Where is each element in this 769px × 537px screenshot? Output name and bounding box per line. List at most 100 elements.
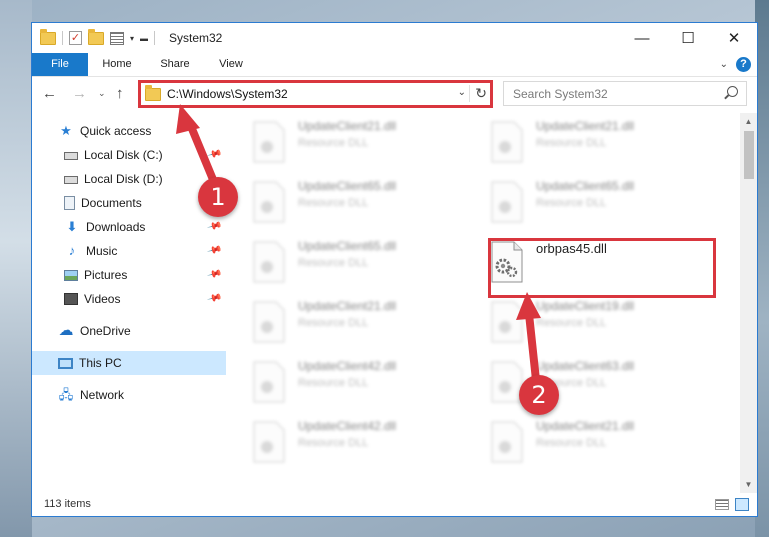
dll-file-icon <box>491 301 523 343</box>
search-box[interactable]: Search System32 <box>503 81 747 106</box>
pin-icon[interactable]: 📌 <box>206 243 222 259</box>
up-button[interactable]: ↑ <box>116 85 124 102</box>
sidebar-item-label: Quick access <box>80 124 152 138</box>
back-button[interactable]: ← <box>42 85 57 102</box>
large-icons-view-icon[interactable] <box>735 498 749 511</box>
pin-icon[interactable]: 📌 <box>206 147 222 163</box>
file-highlight-box <box>488 238 716 298</box>
search-icon[interactable] <box>727 86 738 97</box>
file-name: UpdateClient21.dll <box>536 119 635 133</box>
file-tile[interactable]: UpdateClient42.dll Resource DLL <box>228 415 458 471</box>
address-highlight-box <box>138 80 493 108</box>
file-tile[interactable]: UpdateClient19.dll Resource DLL <box>466 295 696 351</box>
sidebar-item-label: Local Disk (D:) <box>84 172 163 186</box>
minimize-button[interactable]: — <box>619 23 665 53</box>
pin-icon[interactable]: 📌 <box>206 267 222 283</box>
status-bar: 113 items <box>32 493 757 516</box>
dll-file-icon <box>491 121 523 163</box>
forward-button[interactable]: → <box>72 85 87 102</box>
tab-home[interactable]: Home <box>94 53 140 76</box>
tab-view[interactable]: View <box>208 53 254 76</box>
sidebar-item-label: Local Disk (C:) <box>84 148 163 162</box>
sidebar-item-network[interactable]: 🖧 Network <box>32 383 226 407</box>
star-icon: ★ <box>60 123 72 138</box>
ribbon-tabs: File Home Share View ⌄ ? <box>32 53 757 77</box>
computer-icon <box>58 357 73 369</box>
file-type: Resource DLL <box>298 137 369 149</box>
file-tile[interactable]: UpdateClient21.dll Resource DLL <box>228 115 458 171</box>
list-properties-icon[interactable] <box>110 31 124 45</box>
document-icon <box>64 196 75 210</box>
file-type: Resource DLL <box>298 257 369 269</box>
dll-file-icon <box>253 121 285 163</box>
file-tile[interactable]: UpdateClient63.dll Resource DLL <box>466 355 696 411</box>
explorer-window: ✓ ▾ ▬ System32 — ☐ ✕ File Home Share Vie… <box>31 22 758 517</box>
sidebar-item-label: Music <box>86 244 118 258</box>
file-type: Resource DLL <box>298 317 369 329</box>
sidebar-item-label: Pictures <box>84 268 128 282</box>
file-type: Resource DLL <box>536 437 607 449</box>
file-tile[interactable]: UpdateClient21.dll Resource DLL <box>228 295 458 351</box>
vertical-scrollbar[interactable]: ▲ ▼ <box>740 113 757 493</box>
separator <box>154 31 156 45</box>
pin-icon[interactable]: 📌 <box>206 219 222 235</box>
sidebar-item-label: This PC <box>79 356 122 370</box>
scroll-up-arrow-icon[interactable]: ▲ <box>740 113 757 130</box>
recent-locations-chevron-icon[interactable]: ⌄ <box>98 88 106 99</box>
sidebar-item-this-pc[interactable]: This PC <box>32 351 226 375</box>
file-name: UpdateClient42.dll <box>298 359 397 373</box>
maximize-button[interactable]: ☐ <box>665 23 711 53</box>
tab-share[interactable]: Share <box>150 53 200 76</box>
sidebar-item-music[interactable]: ♪ Music 📌 <box>32 239 226 263</box>
scroll-down-arrow-icon[interactable]: ▼ <box>740 476 757 493</box>
search-input[interactable]: Search System32 <box>513 87 608 101</box>
expand-ribbon-chevron-icon[interactable]: ⌄ <box>720 59 728 70</box>
file-type: Resource DLL <box>536 137 607 149</box>
file-tile[interactable]: UpdateClient21.dll Resource DLL <box>466 415 696 471</box>
dll-file-icon <box>253 361 285 403</box>
drive-icon <box>64 152 78 160</box>
download-arrow-icon: ⬇ <box>66 219 78 234</box>
sidebar-item-videos[interactable]: Videos 📌 <box>32 287 226 311</box>
properties-check-icon[interactable]: ✓ <box>69 31 82 45</box>
scrollbar-thumb[interactable] <box>744 131 754 179</box>
sidebar-item-pictures[interactable]: Pictures 📌 <box>32 263 226 287</box>
file-tile[interactable]: UpdateClient65.dll Resource DLL <box>228 175 458 231</box>
file-tile[interactable]: UpdateClient65.dll Resource DLL <box>466 175 696 231</box>
separator <box>62 31 63 45</box>
customize-toolbar-arrow-icon[interactable]: ▾ <box>130 34 134 43</box>
video-film-icon <box>64 293 78 305</box>
item-count: 113 items <box>44 498 91 510</box>
drive-icon <box>64 176 78 184</box>
tab-file[interactable]: File <box>32 53 88 76</box>
sidebar-item-downloads[interactable]: ⬇ Downloads 📌 <box>32 215 226 239</box>
music-note-icon: ♪ <box>68 243 76 258</box>
file-name: UpdateClient21.dll <box>536 419 635 433</box>
file-tile[interactable]: UpdateClient65.dll Resource DLL <box>228 235 458 291</box>
sidebar-item-documents[interactable]: Documents 📌 <box>32 191 226 215</box>
file-type: Resource DLL <box>298 197 369 209</box>
sidebar-item-onedrive[interactable]: ☁ OneDrive <box>32 319 226 343</box>
caption-buttons: — ☐ ✕ <box>619 23 757 53</box>
sidebar-item-quick-access[interactable]: ★ Quick access <box>32 119 226 143</box>
navigation-pane: ★ Quick access Local Disk (C:) 📌 Local D… <box>32 113 228 493</box>
pin-icon[interactable]: 📌 <box>206 291 222 307</box>
details-view-icon[interactable] <box>715 499 729 510</box>
file-tile[interactable]: UpdateClient42.dll Resource DLL <box>228 355 458 411</box>
file-name: UpdateClient65.dll <box>536 179 635 193</box>
sidebar-item-local-disk-c[interactable]: Local Disk (C:) 📌 <box>32 143 226 167</box>
toolbar-dropdown-icon[interactable]: ▬ <box>140 34 148 43</box>
help-icon[interactable]: ? <box>736 57 751 72</box>
file-name: UpdateClient19.dll <box>536 299 635 313</box>
file-name: UpdateClient21.dll <box>298 119 397 133</box>
desktop-background-left <box>0 0 32 537</box>
new-folder-icon[interactable] <box>88 28 104 45</box>
file-type: Resource DLL <box>298 437 369 449</box>
file-tile[interactable]: UpdateClient21.dll Resource DLL <box>466 115 696 171</box>
ribbon-right-controls: ⌄ ? <box>720 57 751 72</box>
window-title: System32 <box>169 31 223 45</box>
file-name: UpdateClient65.dll <box>298 179 397 193</box>
close-button[interactable]: ✕ <box>711 23 757 53</box>
sidebar-item-local-disk-d[interactable]: Local Disk (D:) <box>32 167 226 191</box>
cloud-icon: ☁ <box>58 322 74 339</box>
